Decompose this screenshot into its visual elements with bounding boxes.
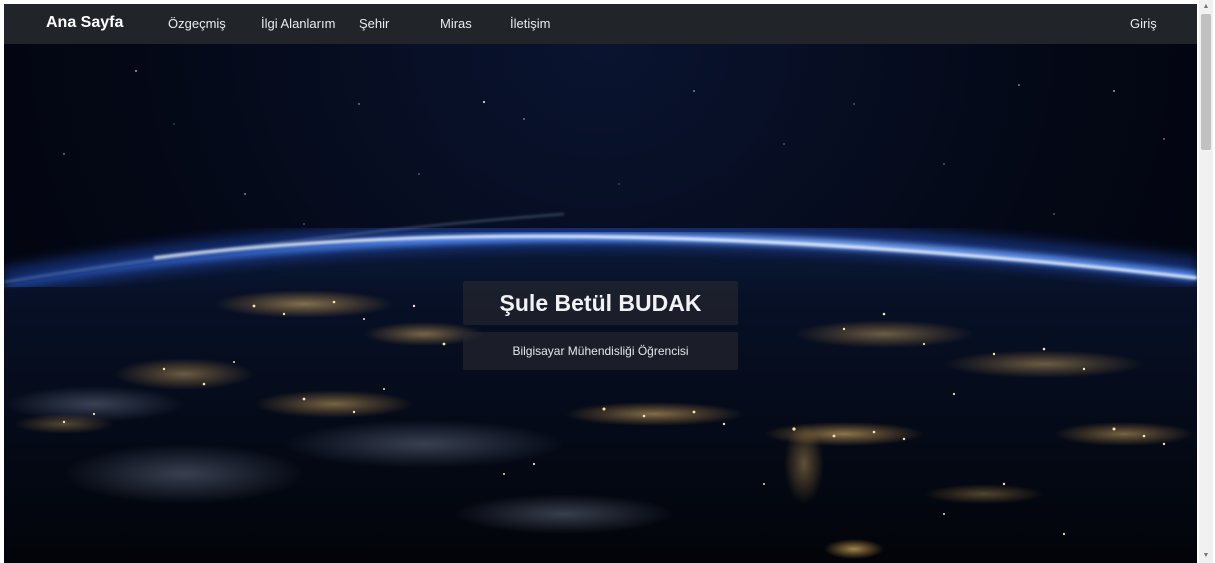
scrollbar-thumb[interactable] (1201, 14, 1211, 150)
hero-title: Şule Betül BUDAK (463, 281, 738, 325)
brand-home-link[interactable]: Ana Sayfa (46, 13, 123, 33)
nav-item-miras[interactable]: Miras (440, 16, 472, 32)
hero-banner: Şule Betül BUDAK Bilgisayar Mühendisliği… (4, 44, 1197, 563)
nav-item-sehir[interactable]: Şehir (359, 16, 389, 32)
scroll-down-arrow-icon[interactable]: ▼ (1199, 551, 1213, 561)
page-scrollbar[interactable]: ▲ ▼ (1199, 0, 1213, 563)
page: Ana Sayfa Özgeçmiş İlgi Alanlarım Şehir … (4, 4, 1197, 563)
top-navbar: Ana Sayfa Özgeçmiş İlgi Alanlarım Şehir … (4, 4, 1197, 44)
login-link[interactable]: Giriş (1130, 16, 1157, 32)
nav-item-ozgecmis[interactable]: Özgeçmiş (168, 16, 226, 32)
nav-item-ilgi-alanlarim[interactable]: İlgi Alanlarım (261, 16, 335, 32)
hero-subtitle: Bilgisayar Mühendisliği Öğrencisi (463, 332, 738, 370)
nav-item-iletisim[interactable]: İletişim (510, 16, 550, 32)
scroll-up-arrow-icon[interactable]: ▲ (1199, 2, 1213, 12)
